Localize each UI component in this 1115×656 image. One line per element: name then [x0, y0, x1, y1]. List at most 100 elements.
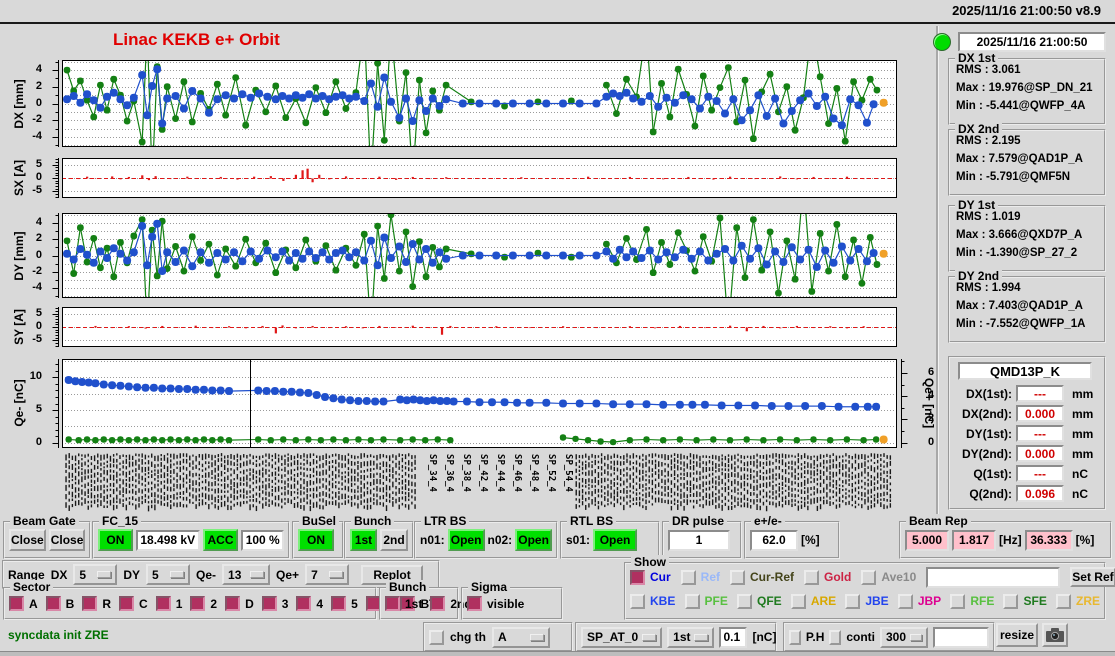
checkbox-item-gold[interactable]: Gold: [804, 569, 851, 585]
checkbox-item-1st[interactable]: 1st: [385, 596, 422, 611]
stat-line: Min : -5.441@QWFP_4A: [956, 100, 1086, 112]
checkbox-ave10[interactable]: [861, 569, 877, 585]
sp-bunch-dropdown[interactable]: 1st: [667, 626, 715, 648]
chg-th-dropdown[interactable]: A: [492, 626, 550, 648]
monitor-row-label: DX(2nd):: [962, 407, 1012, 421]
checkbox-item-a[interactable]: A: [9, 596, 38, 611]
busel-on-button[interactable]: ON: [298, 529, 334, 551]
fc15-percent-field[interactable]: 100 %: [241, 529, 284, 551]
rtl-s01-open-button[interactable]: Open: [593, 529, 638, 551]
epe-ratio-group: e+/e- 62.0 [%]: [744, 514, 840, 559]
checkbox-cur-ref[interactable]: [730, 569, 746, 585]
checkbox-jbe[interactable]: [845, 593, 861, 609]
checkbox-4[interactable]: [296, 596, 312, 611]
fc15-on-button[interactable]: ON: [98, 529, 133, 551]
checkbox-item-qfe[interactable]: QFE: [737, 593, 782, 609]
screenshot-button[interactable]: [1042, 623, 1068, 647]
ref-name-input[interactable]: [926, 566, 1061, 588]
checkbox-item-jbe[interactable]: JBE: [845, 593, 889, 609]
sp-monitor-dropdown[interactable]: SP_AT_0: [581, 626, 663, 648]
checkbox-item-kbe[interactable]: KBE: [630, 593, 675, 609]
monitor-row-label: DY(2nd):: [962, 447, 1012, 461]
fc15-acc-button[interactable]: ACC: [202, 529, 239, 551]
checkbox-3[interactable]: [261, 596, 277, 611]
checkbox-item-3[interactable]: 3: [261, 596, 289, 611]
checkbox-b[interactable]: [45, 596, 61, 611]
checkbox-item-zre[interactable]: ZRE: [1055, 593, 1100, 609]
set-ref-button[interactable]: Set Ref: [1070, 567, 1115, 587]
checkbox-visible[interactable]: [467, 596, 482, 611]
checkbox-5[interactable]: [331, 596, 347, 611]
checkbox-item-1[interactable]: 1: [155, 596, 182, 611]
checkbox-rfe[interactable]: [950, 593, 966, 609]
checkbox-item-cur[interactable]: Cur: [630, 569, 671, 585]
checkbox-item-4[interactable]: 4: [296, 596, 323, 611]
checkbox-item-ref[interactable]: Ref: [680, 569, 720, 585]
range-dy-dropdown[interactable]: 5: [146, 564, 191, 585]
checkbox-c[interactable]: [119, 596, 135, 611]
checkbox-kbe[interactable]: [630, 593, 645, 609]
checkbox-label: 3: [281, 596, 289, 611]
epe-ratio-field[interactable]: 62.0: [750, 529, 798, 551]
ltr-n02-open-button[interactable]: Open: [515, 529, 552, 551]
chg-th-checkbox[interactable]: [429, 629, 444, 645]
bunch-2nd-button[interactable]: 2nd: [380, 529, 408, 551]
checkbox-item-d[interactable]: D: [225, 596, 254, 611]
checkbox-pfe[interactable]: [684, 593, 700, 609]
checkbox-label: QFE: [757, 594, 782, 608]
checkbox-item-5[interactable]: 5: [331, 596, 358, 611]
range-qep-dropdown[interactable]: 7: [305, 564, 350, 585]
sx-steering-plot: [46, 156, 918, 201]
conti-checkbox[interactable]: [829, 629, 842, 645]
monitor-value-field: 0.096: [1016, 485, 1064, 502]
checkbox-2[interactable]: [190, 596, 206, 611]
stat-box-dx-1st: DX 1st RMS : 3.061 Max : 19.976@SP_DN_21 Mi…: [948, 51, 1106, 125]
checkbox-jbp[interactable]: [897, 593, 913, 609]
checkbox-cur[interactable]: [630, 569, 645, 585]
ph-checkbox[interactable]: [789, 629, 801, 645]
busel-group: BuSel ON: [292, 514, 344, 559]
checkbox-zre[interactable]: [1055, 593, 1071, 609]
checkbox-1st[interactable]: [385, 596, 400, 611]
checkbox-item-are[interactable]: ARE: [790, 593, 836, 609]
ltr-n01-open-button[interactable]: Open: [447, 529, 485, 551]
checkbox-item-jbp[interactable]: JBP: [897, 593, 941, 609]
extra-input[interactable]: [932, 626, 989, 648]
checkbox-item-visible[interactable]: visible: [467, 596, 524, 611]
checkbox-item-sfe[interactable]: SFE: [1003, 593, 1047, 609]
checkbox-item-r[interactable]: R: [82, 596, 111, 611]
checkbox-item-rfe[interactable]: RFE: [950, 593, 994, 609]
stat-line: Min : -1.390@SP_27_2: [956, 247, 1078, 259]
range-dx-dropdown[interactable]: 5: [73, 564, 118, 585]
checkbox-gold[interactable]: [804, 569, 820, 585]
checkbox-r[interactable]: [82, 596, 98, 611]
beam-gate-close-button-2[interactable]: Close: [48, 529, 86, 551]
checkbox-item-pfe[interactable]: PFE: [684, 593, 728, 609]
bunch-select-group: Bunch 1st 2nd: [379, 580, 472, 620]
checkbox-1[interactable]: [155, 596, 171, 611]
resize-button[interactable]: resize: [996, 623, 1038, 647]
checkbox-item-2[interactable]: 2: [190, 596, 217, 611]
checkbox-item-cur-ref[interactable]: Cur-Ref: [730, 569, 794, 585]
checkbox-ref[interactable]: [680, 569, 696, 585]
count-dropdown[interactable]: 300: [879, 626, 928, 648]
dr-pulse-field[interactable]: 1: [668, 529, 730, 551]
ltr-n01-label: n01:: [420, 533, 445, 547]
checkbox-qfe[interactable]: [737, 593, 752, 609]
checkbox-item-c[interactable]: C: [119, 596, 148, 611]
threshold-input[interactable]: [719, 626, 748, 648]
checkbox-a[interactable]: [9, 596, 24, 611]
fc15-kv-field[interactable]: 18.498 kV: [135, 529, 200, 551]
axis-tick-label: 5: [35, 403, 42, 416]
bunch-1st-button[interactable]: 1st: [350, 529, 378, 551]
checkbox-2nd[interactable]: [430, 596, 446, 611]
checkbox-item-b[interactable]: B: [45, 596, 74, 611]
checkbox-are[interactable]: [790, 593, 806, 609]
beam-gate-close-button-1[interactable]: Close: [9, 529, 46, 551]
checkbox-label: visible: [487, 596, 525, 611]
checkbox-sfe[interactable]: [1003, 593, 1019, 609]
monitor-row-unit: mm: [1072, 407, 1094, 421]
checkbox-d[interactable]: [225, 596, 241, 611]
checkbox-item-ave10[interactable]: Ave10: [861, 569, 916, 585]
range-qem-dropdown[interactable]: 13: [222, 564, 271, 585]
